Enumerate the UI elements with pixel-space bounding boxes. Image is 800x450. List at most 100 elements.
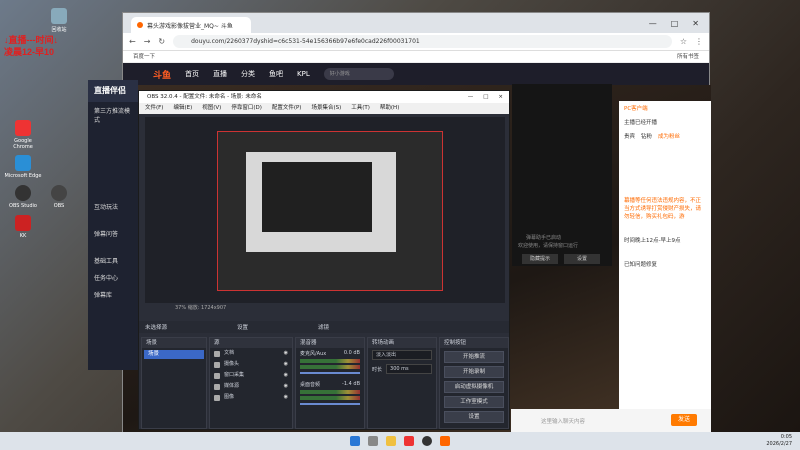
popup-settings-button[interactable]: 设置 <box>564 254 600 264</box>
start-streaming-button[interactable]: 开始推流 <box>444 351 504 363</box>
back-icon[interactable]: ← <box>129 37 136 46</box>
obs-minimize-icon[interactable]: — <box>468 91 474 103</box>
desktop-icon-kk[interactable]: KK <box>4 215 42 239</box>
start-recording-button[interactable]: 开始录制 <box>444 366 504 378</box>
desktop-icon-obs-2[interactable]: OBS <box>40 185 78 209</box>
desktop-icon-chrome[interactable]: Google Chrome <box>4 120 42 150</box>
start-icon[interactable] <box>350 436 360 446</box>
desktop-icon-edge[interactable]: Microsoft Edge <box>4 155 42 179</box>
mixer-dock: 混音器 麦克风/Aux 0.0 dB 桌面音频 -1.4 dB <box>295 337 365 429</box>
address-bar-row: ← → ↻ douyu.com/2260377dyshid=c6c531-54e… <box>123 33 709 51</box>
companion-danmu[interactable]: 弹幕问答 <box>88 225 138 242</box>
popup-sub: 欢迎使用，请保持窗口运行 <box>518 243 579 249</box>
streaming-companion-window: 直播伴侣 第三方推流模式 互动玩法 弹幕问答 基础工具 任务中心 弹幕库 <box>88 80 138 370</box>
source-settings-button[interactable]: 设置 <box>237 323 248 331</box>
obs-menubar: 文件(F) 编辑(E) 视图(V) 停靠窗口(D) 配置文件(P) 场景集合(S… <box>139 103 509 114</box>
url-input[interactable]: douyu.com/2260377dyshid=c6c531-54e156366… <box>173 35 672 48</box>
virtual-camera-button[interactable]: 启动虚拟摄像机 <box>444 381 504 393</box>
source-row[interactable]: 媒体源 ◉ <box>210 381 292 392</box>
maximize-icon[interactable]: □ <box>671 19 679 28</box>
pc-client-button[interactable]: PC客户端 <box>624 106 648 112</box>
studio-mode-button[interactable]: 工作室模式 <box>444 396 504 408</box>
schedule-text: 时间晚上12点-早上9点 <box>624 238 681 244</box>
obs-menu-view[interactable]: 视图(V) <box>202 103 221 114</box>
desktop-icon-obs[interactable]: OBS Studio <box>4 185 42 209</box>
chat-input[interactable]: 这里输入聊天内容 <box>541 417 585 425</box>
obs-canvas[interactable] <box>217 131 443 291</box>
douyu-logo[interactable]: 斗鱼 <box>153 68 171 81</box>
volume-slider[interactable] <box>300 403 360 405</box>
source-row[interactable]: 摄像头 ◉ <box>210 359 292 370</box>
tab-become-fan[interactable]: 成为粉丝 <box>658 132 680 140</box>
source-row[interactable]: 文档 ◉ <box>210 348 292 359</box>
system-tray-clock[interactable]: 0:05 2026/2/27 <box>766 434 792 448</box>
browser-tab[interactable]: 幕头游戏影像拔营业_MQ~ 斗鱼 <box>131 17 251 33</box>
nav-yuba[interactable]: 鱼吧 <box>269 69 283 79</box>
obs-settings-button[interactable]: 设置 <box>444 411 504 423</box>
note-line-2: 凌晨12-早10 <box>4 47 55 57</box>
duration-input[interactable]: 300 ms <box>386 364 432 374</box>
reload-icon[interactable]: ↻ <box>158 37 165 46</box>
desktop-icon-recycle[interactable]: 回收站 <box>40 8 78 33</box>
obs-menu-scene-collection[interactable]: 场景集合(S) <box>311 103 341 114</box>
obs-taskbar-icon[interactable] <box>422 436 432 446</box>
companion-danmu-lib[interactable]: 弹幕库 <box>88 286 138 303</box>
eye-icon[interactable]: ◉ <box>284 359 288 370</box>
close-icon[interactable]: ✕ <box>692 19 699 28</box>
companion-interactive[interactable]: 互动玩法 <box>88 198 138 215</box>
companion-basic-tools[interactable]: 基础工具 <box>88 252 138 269</box>
volume-slider[interactable] <box>300 372 360 374</box>
obs-close-icon[interactable]: × <box>498 91 503 103</box>
tab-vip[interactable]: 贵宾 <box>624 132 635 140</box>
obs-preview[interactable] <box>145 117 505 303</box>
companion-task-center[interactable]: 任务中心 <box>88 269 138 286</box>
source-icon <box>214 361 220 368</box>
popup-hide-button[interactable]: 隐藏提示 <box>522 254 558 264</box>
companion-third-party[interactable]: 第三方推流模式 <box>88 102 138 128</box>
nav-home[interactable]: 首页 <box>185 69 199 79</box>
obs-zoom-status: 37% 缩放: 1724x907 <box>175 305 227 311</box>
audio-meter <box>300 359 360 363</box>
audio-meter <box>300 390 360 394</box>
eye-icon[interactable]: ◉ <box>284 348 288 359</box>
source-filters-button[interactable]: 滤镜 <box>318 323 329 331</box>
bookmark-baidu[interactable]: 百度一下 <box>133 51 155 62</box>
file-explorer-icon[interactable] <box>386 436 396 446</box>
forward-icon[interactable]: → <box>144 37 151 46</box>
controls-dock: 控制按钮 开始推流 开始录制 启动虚拟摄像机 工作室模式 设置 <box>439 337 509 429</box>
upload-hint: 主播已经开播 <box>624 120 658 126</box>
sources-dock: 源 文档 ◉ 摄像头 ◉ 窗口采集 ◉ 媒体源 ◉ 图像 ◉ <box>209 337 293 429</box>
douyu-search-input[interactable]: 好小游戏 <box>323 68 394 80</box>
scene-item[interactable]: 场景 <box>144 350 204 359</box>
obs-menu-help[interactable]: 帮助(H) <box>380 103 399 114</box>
transition-select[interactable]: 淡入淡出 <box>372 350 432 360</box>
minimize-icon[interactable]: — <box>649 19 657 28</box>
source-row[interactable]: 图像 ◉ <box>210 392 292 403</box>
send-button[interactable]: 发送 <box>671 414 697 426</box>
eye-icon[interactable]: ◉ <box>284 370 288 381</box>
obs-menu-profile[interactable]: 配置文件(P) <box>272 103 302 114</box>
menu-icon[interactable]: ⋮ <box>695 37 703 46</box>
chrome-taskbar-icon[interactable] <box>404 436 414 446</box>
nav-live[interactable]: 直播 <box>213 69 227 79</box>
obs-menu-docks[interactable]: 停靠窗口(D) <box>231 103 262 114</box>
source-row[interactable]: 窗口采集 ◉ <box>210 370 292 381</box>
eye-icon[interactable]: ◉ <box>284 381 288 392</box>
browser-tabbar: 幕头游戏影像拔营业_MQ~ 斗鱼 — □ ✕ <box>123 13 709 33</box>
douyu-taskbar-icon[interactable] <box>440 436 450 446</box>
obs-icon <box>51 185 67 201</box>
obs-menu-edit[interactable]: 编辑(E) <box>173 103 192 114</box>
star-icon[interactable]: ☆ <box>680 37 687 46</box>
nav-kpl[interactable]: KPL <box>297 70 310 78</box>
obs-titlebar: OBS 32.0.4 - 配置文件: 未命名 - 场景: 未命名 — □ × <box>139 91 509 103</box>
obs-maximize-icon[interactable]: □ <box>483 91 488 103</box>
search-icon[interactable] <box>368 436 378 446</box>
nav-category[interactable]: 分类 <box>241 69 255 79</box>
scenes-header: 场景 <box>142 338 206 348</box>
eye-icon[interactable]: ◉ <box>284 392 288 403</box>
obs-menu-file[interactable]: 文件(F) <box>145 103 163 114</box>
all-bookmarks[interactable]: 所有书签 <box>677 51 709 62</box>
douyu-favicon-icon <box>137 22 143 28</box>
tab-diamond[interactable]: 钻粉 <box>641 132 652 140</box>
obs-menu-tools[interactable]: 工具(T) <box>351 103 370 114</box>
